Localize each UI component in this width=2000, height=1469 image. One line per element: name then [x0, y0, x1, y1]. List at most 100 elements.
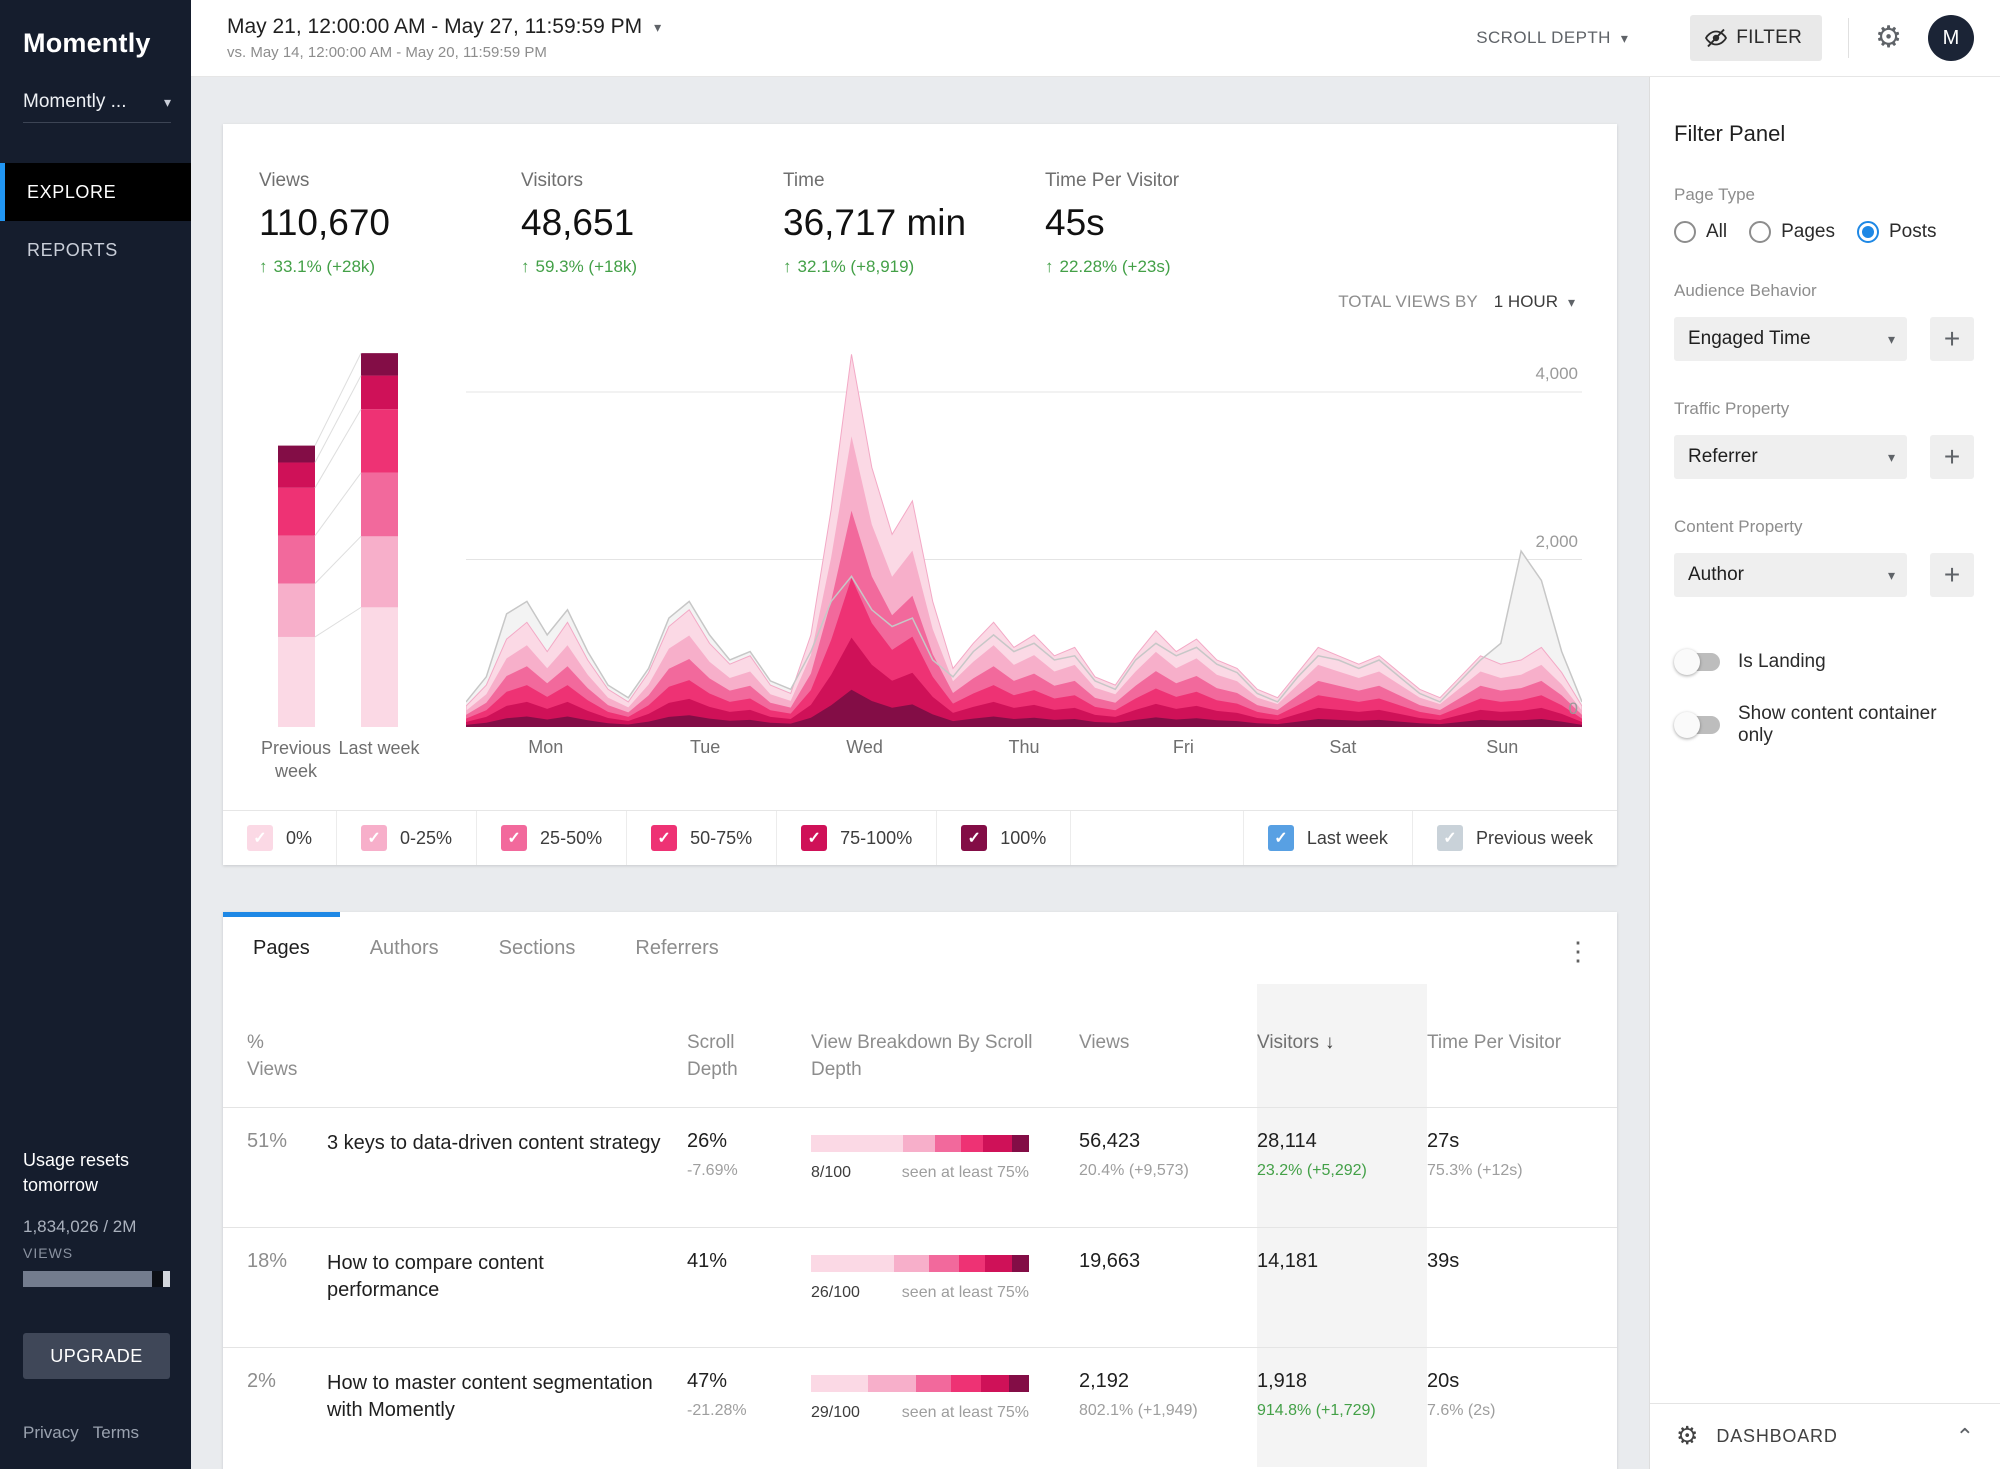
arrow-up-icon: ↑ — [783, 257, 792, 277]
date-range-picker[interactable]: May 21, 12:00:00 AM - May 27, 11:59:59 P… — [227, 15, 661, 61]
metric-value: 45s — [1045, 202, 1307, 244]
divider — [1848, 18, 1849, 58]
scroll-depth-value: 26% — [687, 1130, 785, 1153]
legend-item-50-75pct[interactable]: ✓50-75% — [627, 811, 777, 865]
arrow-up-icon: ↑ — [1045, 257, 1054, 277]
visitors-cell: 1,918 914.8% (+1,729) — [1257, 1348, 1427, 1467]
radio-icon[interactable] — [1749, 221, 1771, 243]
terms-link[interactable]: Terms — [93, 1423, 139, 1442]
tab-sections[interactable]: Sections — [469, 912, 606, 984]
metric-delta: ↑32.1% (+8,919) — [783, 257, 1045, 277]
column-header-visitors-sorted[interactable]: Visitors↓ — [1257, 984, 1427, 1107]
upgrade-button[interactable]: UPGRADE — [23, 1333, 170, 1379]
sidebar-item-reports[interactable]: REPORTS — [0, 221, 191, 279]
views-area-chart[interactable]: 4,0002,0000MonTueWedThuFriSatSun — [466, 325, 1582, 727]
checkbox-icon[interactable]: ✓ — [361, 825, 387, 851]
legend-item-0-25pct[interactable]: ✓0-25% — [337, 811, 477, 865]
sidebar: Momently Momently ... ▾ EXPLORE REPORTS … — [0, 0, 191, 1469]
radio-label: All — [1706, 221, 1727, 243]
add-audience-behavior-button[interactable]: + — [1930, 317, 1974, 361]
tab-referrers[interactable]: Referrers — [605, 912, 748, 984]
usage-progress-fill — [23, 1271, 152, 1287]
scroll-depth-cell: 41% — [687, 1228, 811, 1347]
add-traffic-property-button[interactable]: + — [1930, 435, 1974, 479]
visitors-delta: 914.8% (+1,729) — [1257, 1402, 1401, 1420]
total-views-by-control: TOTAL VIEWS BY 1 HOUR ▾ — [1338, 292, 1575, 312]
radio-pages[interactable]: Pages — [1749, 221, 1835, 243]
view-breakdown-cell: 29/100seen at least 75% — [811, 1348, 1079, 1467]
radio-icon[interactable] — [1674, 221, 1696, 243]
checkbox-icon[interactable]: ✓ — [651, 825, 677, 851]
is-landing-toggle[interactable] — [1676, 653, 1720, 671]
chevron-up-icon[interactable]: ⌃ — [1956, 1424, 1974, 1450]
legend-item-75-100pct[interactable]: ✓75-100% — [777, 811, 937, 865]
radio-icon[interactable] — [1857, 221, 1879, 243]
metric-value: 48,651 — [521, 202, 783, 244]
privacy-link[interactable]: Privacy — [23, 1423, 79, 1442]
tab-authors[interactable]: Authors — [340, 912, 469, 984]
traffic-property-select[interactable]: Referrer ▾ — [1674, 435, 1907, 479]
checkbox-icon[interactable]: ✓ — [501, 825, 527, 851]
footer-links: Privacy Terms — [23, 1423, 170, 1443]
workspace-selector[interactable]: Momently ... ▾ — [23, 91, 171, 123]
page-title-link[interactable]: 3 keys to data-driven content strategy — [327, 1108, 687, 1227]
time-per-visitor-value: 27s — [1427, 1130, 1591, 1153]
add-content-property-button[interactable]: + — [1930, 553, 1974, 597]
show-content-container-toggle[interactable] — [1676, 716, 1720, 734]
kebab-menu-icon[interactable]: ⋮ — [1565, 936, 1591, 967]
checkbox-icon[interactable]: ✓ — [961, 825, 987, 851]
sidebar-item-explore[interactable]: EXPLORE — [0, 163, 191, 221]
page-title-link[interactable]: How to master content segmentation with … — [327, 1348, 687, 1467]
column-header-views[interactable]: Views — [1079, 984, 1257, 1107]
radio-all[interactable]: All — [1674, 221, 1727, 243]
filter-button[interactable]: FILTER — [1690, 15, 1822, 61]
avatar[interactable]: M — [1928, 15, 1974, 61]
checkbox-icon[interactable]: ✓ — [801, 825, 827, 851]
breakdown-score: 29/100 — [811, 1404, 860, 1422]
column-header-time-per-visitor[interactable]: Time Per Visitor — [1427, 984, 1617, 1107]
legend-item-previous-week[interactable]: ✓Previous week — [1413, 811, 1617, 865]
page-title-link[interactable]: How to compare content performance — [327, 1228, 687, 1347]
table-row[interactable]: 51% 3 keys to data-driven content strate… — [223, 1107, 1617, 1227]
column-header-view-breakdown[interactable]: View Breakdown By Scroll Depth — [811, 984, 1079, 1107]
usage-title: Usage resets tomorrow — [23, 1148, 153, 1197]
metric-time-per-visitor: Time Per Visitor 45s ↑22.28% (+23s) — [1045, 170, 1307, 277]
visitors-cell: 28,114 23.2% (+5,292) — [1257, 1108, 1427, 1227]
radio-posts[interactable]: Posts — [1857, 221, 1937, 243]
is-landing-toggle-row: Is Landing — [1674, 651, 1974, 673]
metric-dropdown[interactable]: SCROLL DEPTH ▾ — [1476, 28, 1628, 48]
settings-gear-icon[interactable]: ⚙ — [1875, 23, 1902, 53]
interval-dropdown[interactable]: 1 HOUR ▾ — [1494, 292, 1575, 312]
audience-behavior-select[interactable]: Engaged Time ▾ — [1674, 317, 1907, 361]
avatar-initial: M — [1943, 27, 1960, 50]
arrow-up-icon: ↑ — [521, 257, 530, 277]
tab-pages[interactable]: Pages — [223, 912, 340, 984]
total-views-by-label: TOTAL VIEWS BY — [1338, 292, 1478, 312]
table-row[interactable]: 2% How to master content segmentation wi… — [223, 1347, 1617, 1467]
dashboard-footer[interactable]: ⚙ DASHBOARD ⌃ — [1650, 1403, 2000, 1469]
legend-item-last-week[interactable]: ✓Last week — [1244, 811, 1413, 865]
legend-item-0pct[interactable]: ✓0% — [223, 811, 337, 865]
metric-delta: ↑22.28% (+23s) — [1045, 257, 1307, 277]
time-per-visitor-cell: 39s — [1427, 1228, 1617, 1347]
select-value: Author — [1688, 564, 1744, 586]
checkbox-icon[interactable]: ✓ — [1437, 825, 1463, 851]
chevron-down-icon: ▾ — [1888, 331, 1895, 348]
view-breakdown-cell: 8/100seen at least 75% — [811, 1108, 1079, 1227]
metric-delta-text: 59.3% (+18k) — [536, 257, 638, 277]
usage-progress-marker — [152, 1271, 162, 1287]
checkbox-icon[interactable]: ✓ — [1268, 825, 1294, 851]
scroll-depth-delta: -7.69% — [687, 1162, 785, 1180]
legend-item-25-50pct[interactable]: ✓25-50% — [477, 811, 627, 865]
scroll-depth-value: 47% — [687, 1370, 785, 1393]
column-header-pct-views[interactable]: % Views — [247, 984, 327, 1107]
time-per-visitor-cell: 27s 75.3% (+12s) — [1427, 1108, 1617, 1227]
legend-item-100pct[interactable]: ✓100% — [937, 811, 1071, 865]
scroll-depth-cell: 26% -7.69% — [687, 1108, 811, 1227]
checkbox-icon[interactable]: ✓ — [247, 825, 273, 851]
scroll-depth-cell: 47% -21.28% — [687, 1348, 811, 1467]
table-row[interactable]: 18% How to compare content performance 4… — [223, 1227, 1617, 1347]
content-property-select[interactable]: Author ▾ — [1674, 553, 1907, 597]
column-header-scroll-depth[interactable]: Scroll Depth — [687, 984, 811, 1107]
topbar: May 21, 12:00:00 AM - May 27, 11:59:59 P… — [191, 0, 2000, 77]
